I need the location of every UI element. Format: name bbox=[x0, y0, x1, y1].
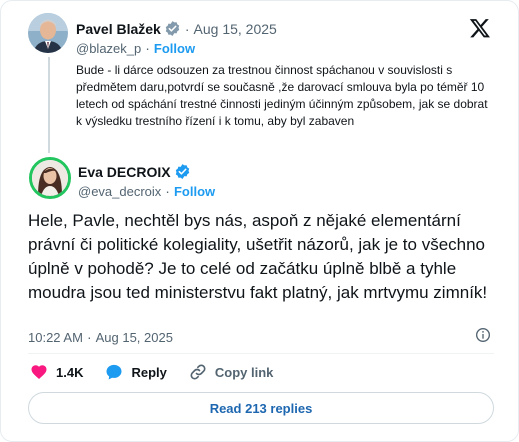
handle-row: @eva_decroix · Follow bbox=[78, 183, 215, 199]
separator-dot: · bbox=[145, 40, 150, 56]
parent-tweet-text: Bude - li dárce odsouzen za trestnou čin… bbox=[76, 63, 488, 128]
tweet-time: 10:22 AM bbox=[28, 329, 83, 345]
separator-dot: · bbox=[184, 20, 190, 37]
tweet-date[interactable]: Aug 15, 2025 bbox=[194, 21, 277, 37]
author-handle[interactable]: @blazek_p bbox=[76, 41, 141, 56]
verified-badge-icon bbox=[175, 164, 189, 179]
copy-link-label: Copy link bbox=[214, 364, 274, 380]
tweet-timestamp[interactable]: 10:22 AM · Aug 15, 2025 bbox=[28, 329, 173, 345]
author-name[interactable]: Pavel Blažek bbox=[76, 21, 161, 37]
verified-badge-icon bbox=[165, 21, 180, 36]
x-logo-icon[interactable] bbox=[469, 17, 491, 39]
reply-button[interactable]: Reply bbox=[105, 363, 167, 381]
like-button[interactable]: 1.4K bbox=[30, 363, 83, 381]
handle-row: @blazek_p · Follow bbox=[76, 40, 195, 56]
follow-button[interactable]: Follow bbox=[154, 41, 195, 56]
copy-link-button[interactable]: Copy link bbox=[189, 363, 274, 381]
avatar[interactable] bbox=[28, 13, 68, 53]
reply-label: Reply bbox=[131, 364, 167, 380]
separator-dot: · bbox=[165, 183, 170, 199]
tweet-embed-card: Pavel Blažek · Aug 15, 2025 @blazek_p · … bbox=[0, 0, 519, 442]
author-name[interactable]: Eva DECROIX bbox=[78, 164, 171, 180]
like-count: 1.4K bbox=[56, 364, 84, 380]
author-row: Eva DECROIX bbox=[78, 163, 191, 180]
link-icon bbox=[190, 364, 206, 380]
divider bbox=[28, 353, 494, 354]
heart-icon bbox=[31, 365, 47, 379]
author-handle[interactable]: @eva_decroix bbox=[78, 184, 161, 199]
follow-button[interactable]: Follow bbox=[174, 184, 215, 199]
tweet-date: Aug 15, 2025 bbox=[95, 329, 173, 345]
avatar[interactable] bbox=[29, 157, 71, 199]
separator-dot: · bbox=[86, 329, 92, 345]
thread-connector-line bbox=[48, 57, 50, 153]
tweet-text: Hele, Pavle, nechtěl bys nás, aspoň z ně… bbox=[28, 211, 488, 302]
action-bar: 1.4K Reply Copy link bbox=[30, 363, 295, 381]
info-icon[interactable] bbox=[475, 327, 491, 343]
author-row: Pavel Blažek · Aug 15, 2025 bbox=[76, 20, 277, 37]
read-replies-button[interactable]: Read 213 replies bbox=[28, 392, 494, 424]
reply-bubble-icon bbox=[106, 364, 122, 380]
